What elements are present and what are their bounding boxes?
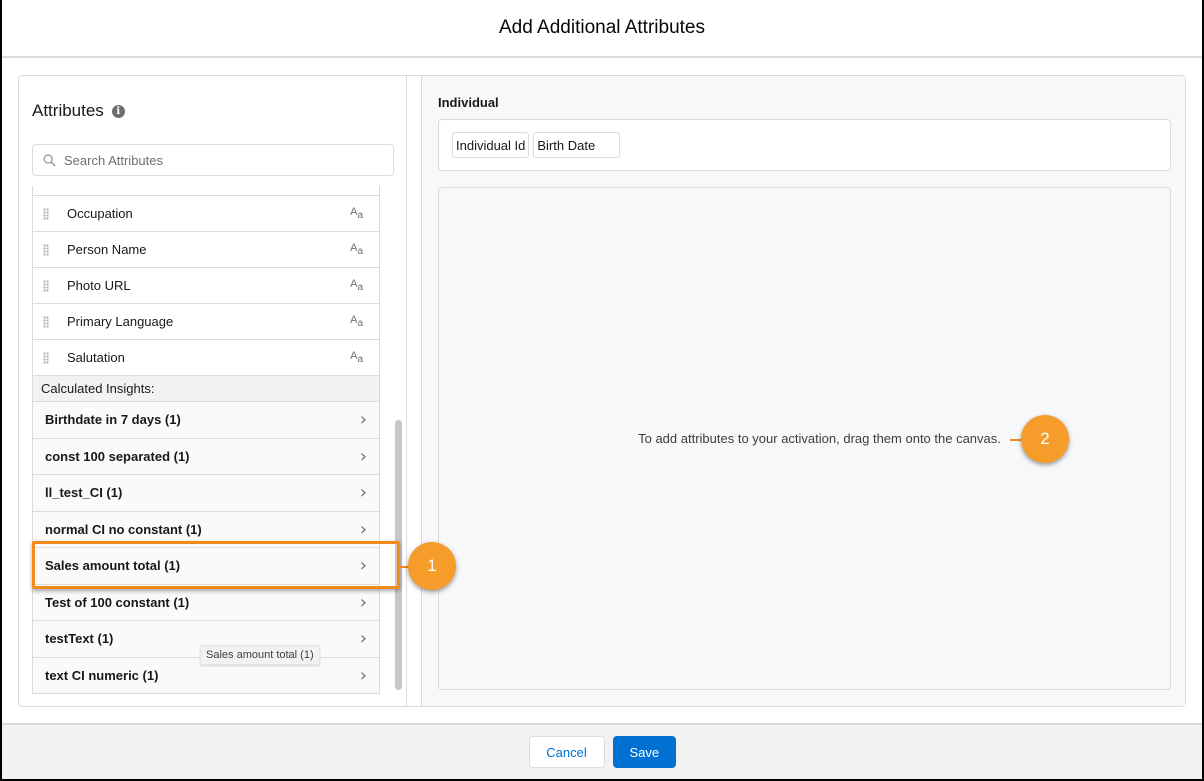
- attribute-list-item[interactable]: Photo URL Aa: [33, 268, 379, 304]
- attribute-list-item[interactable]: Person Name Aa: [33, 232, 379, 268]
- attribute-label: Person Name: [67, 242, 147, 257]
- tooltip: Sales amount total (1): [200, 645, 320, 665]
- attributes-list: Occupation Aa Person Name Aa Photo URL Aa Prim…: [32, 186, 380, 694]
- canvas-panel: Individual Individual Id Birth Date To a…: [421, 76, 1185, 706]
- modal-title: Add Additional Attributes: [499, 17, 705, 38]
- chevron-right-icon[interactable]: ›: [360, 409, 367, 430]
- info-icon[interactable]: i: [111, 104, 125, 118]
- calculated-insight-label: Test of 100 constant (1): [45, 594, 190, 610]
- calculated-insight-label: text CI numeric (1): [45, 667, 159, 683]
- attribute-chip[interactable]: Birth Date: [533, 132, 621, 158]
- modal-footer: Cancel Save: [2, 723, 1202, 779]
- attribute-list-item[interactable]: Occupation Aa: [33, 196, 379, 232]
- builder-container: Attributes i OccupationAaPerson NameAaPh…: [18, 75, 1186, 707]
- calculated-insight-item[interactable]: Birthdate in 7 days (1) ›: [33, 402, 379, 439]
- attribute-list-item[interactable]: Salutation Aa: [33, 340, 379, 376]
- calculated-insight-label: Birthdate in 7 days (1): [45, 412, 181, 428]
- object-title: Individual: [438, 95, 499, 110]
- search-icon: [43, 153, 56, 167]
- attribute-label: Primary Language: [67, 314, 174, 329]
- modal-header: Add Additional Attributes: [2, 0, 1202, 58]
- attribute-label: Occupation: [67, 206, 133, 221]
- chevron-right-icon[interactable]: ›: [360, 665, 367, 686]
- chevron-right-icon[interactable]: ›: [360, 519, 367, 540]
- attribute-label: Photo URL: [67, 278, 131, 293]
- search-attributes-input[interactable]: [64, 152, 364, 168]
- selected-attributes-box: Individual Id Birth Date: [438, 119, 1171, 171]
- attributes-title: Attributes: [32, 101, 104, 120]
- attribute-list-item[interactable]: Primary Language Aa: [33, 304, 379, 340]
- attributes-panel: Attributes i OccupationAaPerson NameAaPh…: [19, 76, 407, 706]
- cancel-button[interactable]: Cancel: [528, 736, 605, 768]
- callout-badge-1: 1: [408, 542, 456, 590]
- calculated-insight-label: testText (1): [45, 631, 114, 647]
- chevron-right-icon[interactable]: ›: [360, 628, 367, 649]
- calculated-insight-label: ll_test_CI (1): [45, 485, 123, 501]
- attribute-chip[interactable]: Individual Id: [452, 132, 530, 158]
- drag-handle-icon[interactable]: [43, 351, 49, 364]
- text-type-icon: Aa: [350, 241, 363, 258]
- save-button[interactable]: Save: [612, 736, 676, 768]
- attributes-heading: Attributes i: [32, 101, 125, 121]
- calculated-insight-label: normal CI no constant (1): [45, 521, 202, 537]
- chevron-right-icon[interactable]: ›: [360, 592, 367, 613]
- calculated-insight-label: const 100 separated (1): [45, 448, 190, 464]
- text-type-icon: Aa: [350, 313, 363, 330]
- attribute-label: Salutation: [67, 350, 125, 365]
- canvas-empty-message: To add attributes to your activation, dr…: [638, 431, 1001, 446]
- calculated-insight-item[interactable]: ll_test_CI (1) ›: [33, 475, 379, 512]
- calculated-insights-heading: Calculated Insights:: [33, 376, 379, 402]
- drag-handle-icon[interactable]: [43, 279, 49, 292]
- search-attributes-field[interactable]: [32, 144, 394, 176]
- chevron-right-icon[interactable]: ›: [360, 482, 367, 503]
- text-type-icon: Aa: [350, 277, 363, 294]
- calculated-insight-item[interactable]: const 100 separated (1) ›: [33, 438, 379, 475]
- drag-handle-icon[interactable]: [43, 207, 49, 220]
- attributes-scrollbar[interactable]: [393, 186, 403, 694]
- chevron-right-icon[interactable]: ›: [360, 446, 367, 467]
- drag-handle-icon[interactable]: [43, 243, 49, 256]
- text-type-icon: Aa: [350, 205, 363, 222]
- add-attributes-modal: Add Additional Attributes Attributes i O…: [2, 0, 1202, 779]
- calculated-insight-item[interactable]: Test of 100 constant (1) ›: [33, 584, 379, 621]
- list-partial-row: [33, 186, 379, 196]
- text-type-icon: Aa: [350, 349, 363, 366]
- drag-handle-icon[interactable]: [43, 315, 49, 328]
- callout-badge-2: 2: [1021, 415, 1069, 463]
- callout-highlight-box: [32, 541, 400, 589]
- modal-body: Attributes i OccupationAaPerson NameAaPh…: [2, 58, 1202, 723]
